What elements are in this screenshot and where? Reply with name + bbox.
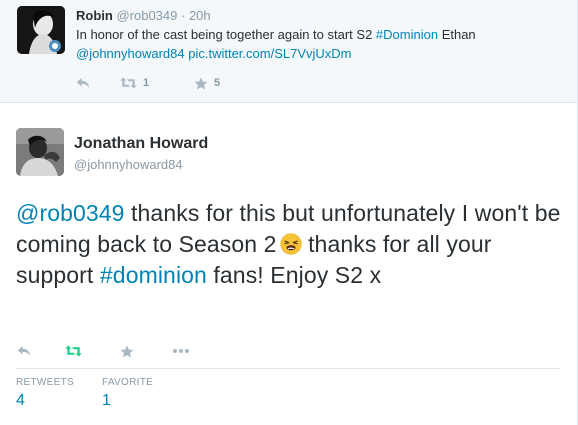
parent-timestamp[interactable]: 20h (189, 8, 211, 23)
avatar-image (16, 128, 64, 176)
avatar-image (17, 6, 65, 54)
parent-tweet-text: In honor of the cast being together agai… (76, 25, 566, 63)
tweet-stats: RETWEETS 4 FAVORITE 1 (16, 377, 181, 410)
tweet-permalink: Robin @rob0349 · 20h In honor of the cas… (0, 0, 578, 425)
mention-link[interactable]: @rob0349 (16, 200, 125, 226)
hashtag-link[interactable]: #dominion (100, 262, 207, 288)
parent-tweet-actions: 1 5 (76, 73, 268, 93)
reply-icon (17, 346, 31, 356)
more-icon (173, 349, 189, 353)
favorites-label: FAVORITE (101, 377, 154, 388)
favorites-stat[interactable]: FAVORITE 1 (102, 377, 153, 410)
mention-link[interactable]: @johnnyhoward84 (76, 46, 185, 61)
retweet-icon (120, 77, 137, 89)
favorites-value: 1 (101, 392, 111, 409)
parent-text-plain: In honor of the cast being together agai… (76, 27, 376, 42)
star-icon (120, 345, 134, 357)
favorite-button[interactable]: 5 (194, 77, 268, 90)
divider (16, 368, 561, 369)
retweet-button[interactable] (65, 345, 120, 357)
more-button[interactable] (172, 348, 190, 354)
tweet-text-part3: fans! Enjoy S2 x (206, 262, 382, 288)
reply-icon (76, 78, 90, 88)
parent-tweet-header: Robin @rob0349 · 20h (76, 7, 211, 24)
star-icon (194, 77, 208, 89)
avatar[interactable] (17, 6, 65, 54)
retweet-count: 1 (143, 77, 150, 89)
favorite-button[interactable] (120, 345, 172, 358)
retweets-label: RETWEETS (16, 377, 74, 388)
author-name[interactable]: Jonathan Howard (74, 135, 208, 153)
author-handle[interactable]: @johnnyhoward84 (74, 157, 183, 172)
parent-text-after-hashtag: Ethan (438, 27, 476, 42)
retweets-value: 4 (16, 392, 25, 409)
hashtag-link[interactable]: #Dominion (376, 27, 438, 42)
reply-button[interactable] (76, 77, 120, 89)
retweets-stat[interactable]: RETWEETS 4 (16, 377, 74, 410)
favorite-count: 5 (214, 77, 221, 89)
tweet-text: @rob0349 thanks for this but unfortunate… (16, 198, 571, 291)
parent-author-handle[interactable]: @rob0349 (116, 8, 177, 23)
retweet-icon (65, 345, 82, 357)
meta-separator: · (180, 8, 186, 23)
retweet-button[interactable]: 1 (120, 77, 194, 89)
weary-face-emoji (279, 233, 302, 255)
parent-tweet[interactable]: Robin @rob0349 · 20h In honor of the cas… (0, 0, 577, 103)
tweet-actions (17, 342, 190, 360)
reply-button[interactable] (17, 345, 65, 357)
avatar[interactable] (16, 128, 64, 176)
pic-link[interactable]: pic.twitter.com/SL7VvjUxDm (188, 46, 351, 61)
parent-author-name[interactable]: Robin (76, 8, 113, 23)
